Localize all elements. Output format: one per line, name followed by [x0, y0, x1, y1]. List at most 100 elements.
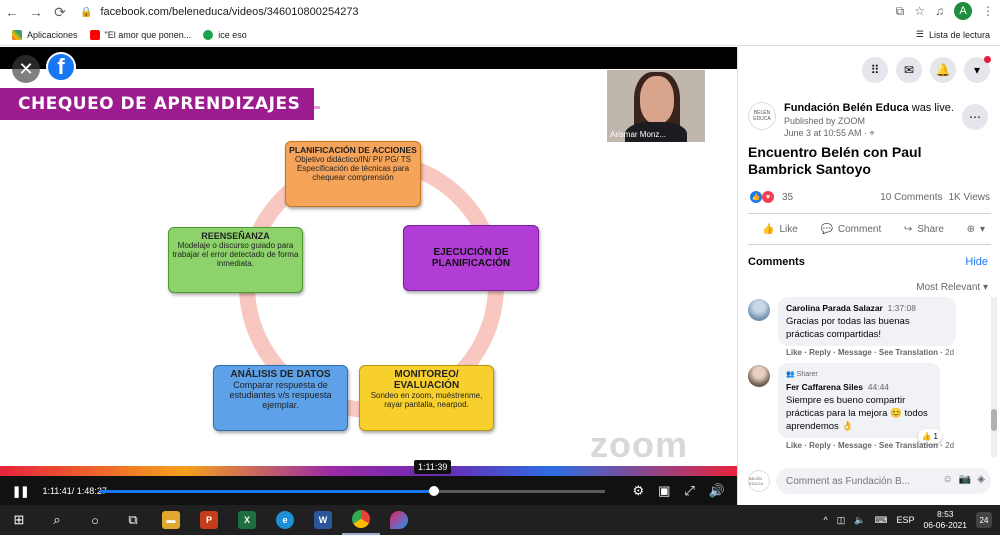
share-button[interactable]: ↪ Share	[904, 224, 944, 235]
facebook-logo-icon[interactable]: f	[46, 52, 76, 82]
box-planificacion: PLANIFICACIÓN DE ACCIONES Objetivo didác…	[285, 141, 421, 207]
menu-grid-icon[interactable]: ⠿	[862, 57, 888, 83]
star-icon[interactable]: ☆	[914, 4, 925, 18]
powerpoint-icon[interactable]: P	[190, 505, 228, 535]
volume-icon[interactable]: 🔊	[709, 483, 725, 499]
comments-count[interactable]: 10 Comments	[880, 192, 942, 203]
emoji-icon[interactable]: ☺	[943, 474, 953, 485]
moni-title: MONITOREO/ EVALUACIÓN	[393, 369, 460, 391]
ejec-title: EJECUCIÓN DE PLANIFICACIÓN	[431, 247, 511, 269]
comments-scrollbar[interactable]	[991, 297, 997, 457]
miniplayer-icon[interactable]: ▣	[658, 483, 670, 499]
avatar[interactable]	[748, 299, 770, 321]
url-text: facebook.com/beleneduca/videos/346010800…	[100, 6, 359, 18]
scroll-thumb[interactable]	[991, 409, 997, 431]
settings-gear-icon[interactable]: ⚙	[632, 483, 644, 499]
search-icon[interactable]: ⌕	[38, 505, 76, 535]
forward-icon[interactable]: →	[24, 0, 48, 24]
bookmark-youtube[interactable]: "El amor que ponen...	[89, 29, 191, 40]
reaction-count: 35	[782, 191, 794, 203]
tray-chevron-icon[interactable]: ^	[824, 515, 828, 525]
page-logo[interactable]: BELÉN EDUCA	[748, 102, 776, 130]
profile-avatar[interactable]: A	[954, 2, 972, 20]
back-icon[interactable]: ←	[0, 0, 24, 24]
address-bar[interactable]: 🔒 facebook.com/beleneduca/videos/3460108…	[80, 3, 910, 21]
seek-bar[interactable]	[100, 486, 605, 496]
comment-author[interactable]: Fer Caffarena Siles	[786, 382, 863, 392]
avatar[interactable]	[748, 365, 770, 387]
notification-center[interactable]: 24	[976, 512, 992, 528]
comment-timestamp[interactable]: 44:44	[868, 382, 889, 392]
network-icon[interactable]: ◫	[837, 515, 846, 526]
notifications-bell-icon[interactable]: 🔔	[930, 57, 956, 83]
excel-glyph: X	[238, 511, 256, 529]
clock-time: 8:53	[936, 509, 954, 519]
time-display: 1:11:41/ 1:48:27	[42, 486, 107, 496]
comment-bubble: Carolina Parada Salazar 1:37:08 Gracias …	[778, 297, 956, 346]
cortana-icon[interactable]: ○	[76, 505, 114, 535]
camera-icon[interactable]: 📷	[959, 474, 971, 485]
pause-icon[interactable]: ❚❚	[12, 485, 29, 498]
webcam-thumbnail: Arismar Monz...	[607, 70, 705, 142]
menu-icon[interactable]: ⋮	[982, 4, 994, 18]
sort-comments[interactable]: Most Relevant ▾	[916, 282, 988, 293]
anal-text: Comparar respuesta de estudiantes v/s re…	[229, 380, 332, 410]
reaction-as-page-selector[interactable]: ⊕ ▾	[967, 224, 985, 235]
hide-comments-link[interactable]: Hide	[965, 256, 988, 268]
system-clock[interactable]: 8:53 06-06-2021	[924, 509, 967, 531]
thumb-up-icon: 👍	[762, 223, 775, 235]
reaction-summary[interactable]: 👍 ♥ 35	[750, 191, 793, 203]
post-date[interactable]: June 3 at 10:55 AM · ⌖	[784, 128, 954, 139]
comment-author[interactable]: Carolina Parada Salazar	[786, 303, 883, 313]
media-icon[interactable]: ♫	[935, 4, 944, 18]
bookmark-ice[interactable]: ice eso	[203, 29, 247, 40]
reload-icon[interactable]: ⟳	[48, 0, 72, 24]
reen-text: Modelaje o discurso guiado para trabajar…	[172, 241, 299, 268]
seek-knob[interactable]	[428, 486, 439, 496]
keyboard-icon[interactable]: ⌨	[875, 515, 888, 526]
like-reaction-icon: 👍	[750, 191, 762, 203]
page-name-link[interactable]: Fundación Belén Educa	[784, 102, 909, 114]
page-avatar: BELÉN EDUCA	[748, 470, 770, 492]
account-chevron-icon[interactable]: ▾	[964, 56, 991, 83]
bookmark-apps[interactable]: Aplicaciones	[12, 29, 78, 40]
sticker-icon[interactable]: ◈	[977, 474, 985, 485]
comment-actions[interactable]: Like · Reply · Message · See Translation…	[786, 348, 954, 357]
app-drop-icon[interactable]	[380, 505, 418, 535]
caret-down-icon: ▾	[982, 282, 988, 293]
translate-icon[interactable]: ⧉	[896, 4, 905, 19]
volume-tray-icon[interactable]: 🔈	[854, 515, 865, 526]
views-count: 1K Views	[948, 192, 990, 203]
file-explorer-icon[interactable]: ▬	[152, 505, 190, 535]
excel-icon[interactable]: X	[228, 505, 266, 535]
reading-list[interactable]: ☰ Lista de lectura	[916, 29, 990, 40]
language-indicator[interactable]: ESP	[897, 515, 915, 525]
close-icon[interactable]: ✕	[12, 55, 40, 83]
windows-start-icon[interactable]: ⊞	[0, 505, 38, 535]
drop-glyph	[390, 511, 408, 529]
anal-title: ANÁLISIS DE DATOS	[230, 369, 331, 380]
comment-actions[interactable]: Like · Reply · Message · See Translation…	[786, 441, 954, 450]
box-ejecucion: EJECUCIÓN DE PLANIFICACIÓN	[403, 225, 539, 291]
reen-title: REENSEÑANZA	[201, 231, 270, 241]
comment-timestamp[interactable]: 1:37:08	[888, 303, 916, 313]
clock-date: 06-06-2021	[923, 520, 967, 530]
messenger-icon[interactable]: ✉	[896, 57, 922, 83]
fullscreen-icon[interactable]: ⤢	[684, 483, 694, 499]
video-player[interactable]: CHEQUEO DE APRENDIZAJES PLANIFICACIÓN DE…	[0, 47, 737, 505]
word-icon[interactable]: W	[304, 505, 342, 535]
edge-glyph: e	[276, 511, 294, 529]
comment-button[interactable]: 💬 Comment	[820, 224, 881, 235]
plan-text: Objetivo didáctico/IN/ PI/ PG/ TS Especi…	[295, 155, 411, 182]
post-header: Fundación Belén Educa was live. Publishe…	[784, 102, 954, 139]
box-monitoreo: MONITOREO/ EVALUACIÓN Sondeo en zoom, mu…	[359, 365, 494, 431]
share-icon: ↪	[903, 223, 913, 235]
more-options-icon[interactable]: ⋯	[962, 104, 988, 130]
task-view-icon[interactable]: ⧉	[114, 505, 152, 535]
browser-toolbar: ← → ⟳ 🔒 facebook.com/beleneduca/videos/3…	[0, 0, 1000, 24]
plan-title: PLANIFICACIÓN DE ACCIONES	[289, 145, 417, 155]
apps-grid-icon	[12, 29, 22, 40]
edge-icon[interactable]: e	[266, 505, 304, 535]
like-button[interactable]: 👍 Like	[762, 224, 798, 235]
chrome-icon[interactable]	[342, 505, 380, 535]
